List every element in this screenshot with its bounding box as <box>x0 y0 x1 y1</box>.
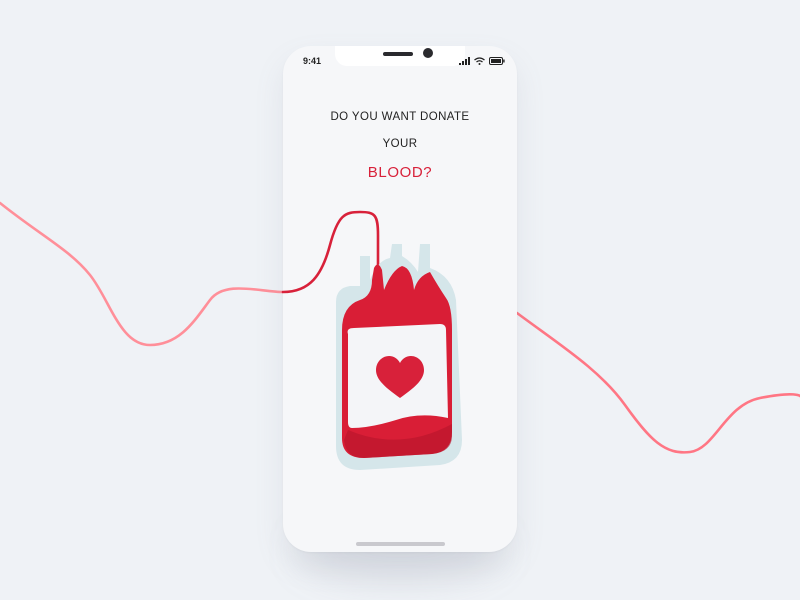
blood-bag-illustration <box>281 210 462 470</box>
